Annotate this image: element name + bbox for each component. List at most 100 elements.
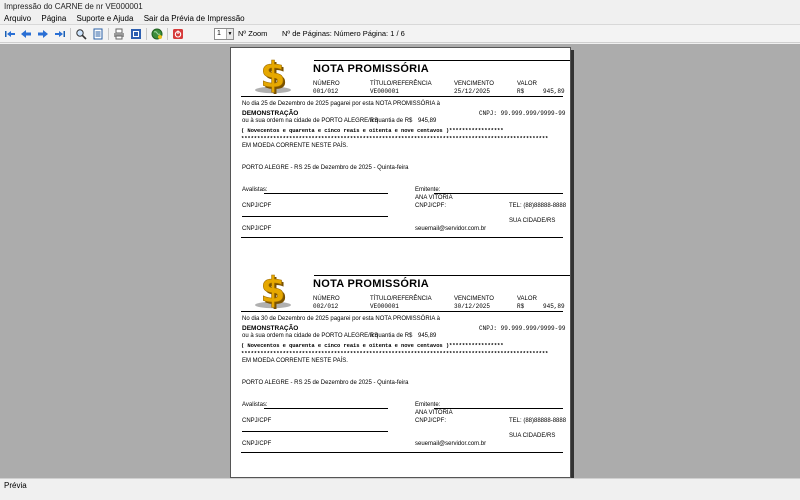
beneficiary-name: DEMONSTRAÇÃO [242,110,299,117]
status-bar: Prévia [0,478,800,500]
header-numero: NÚMERO [313,296,340,302]
header-vencimento: VENCIMENTO [454,296,494,302]
first-page-icon[interactable] [3,27,17,41]
beneficiary-cnpj: CNPJ: 99.999.999/9999-99 [479,325,566,332]
globe-icon[interactable] [150,27,164,41]
value-numero: 001/012 [313,88,339,95]
issuer-phone: TEL: (88)88888-8888 [509,418,567,424]
value-numero: 002/012 [313,303,339,310]
guarantor-cnpj-label: CNPJ/CPF [242,203,272,209]
issuer-email: seuemail@servidor.com.br [415,441,487,447]
guarantor2-signature-line [242,216,388,217]
status-text: Prévia [4,481,27,490]
stars-filler: ****************************************… [241,350,549,357]
stars-filler: ****************************************… [241,135,549,142]
dollar-sign-icon: $ $ [255,56,291,94]
issuer-cnpj-label: CNPJ/CPF: [415,203,447,209]
note-bottom-rule [241,237,563,238]
guarantor-signature-line [264,193,388,194]
currency-statement: EM MOEDA CORRENTE NESTE PAÍS. [242,358,348,364]
vertical-scrollbar[interactable] [792,44,800,478]
toolbar-separator [108,28,109,40]
header-titulo: TÍTULO/REFERÊNCIA [370,81,432,87]
order-city-text: ou à sua ordem na cidade de PORTO ALEGRE… [242,118,379,124]
zoom-value: 1 [217,30,221,37]
menu-suporte-ajuda[interactable]: Suporte e Ajuda [73,13,138,25]
menu-bar: Arquivo Página Suporte e Ajuda Sair da P… [0,13,800,25]
note-bottom-rule [241,452,563,453]
issuer-email: seuemail@servidor.com.br [415,226,487,232]
issuer-city: SUA CIDADE/RS [509,218,556,224]
print-setup-icon[interactable] [129,27,143,41]
value-vencimento: 30/12/2025 [454,303,491,310]
order-city-text: ou à sua ordem na cidade de PORTO ALEGRE… [242,333,379,339]
amount-in-words: ( Novecentos e quarenta e cinco reais e … [241,342,504,349]
value-currency: R$ [517,303,525,310]
value-valor: 945,89 [543,303,565,310]
page-view-icon[interactable] [91,27,105,41]
menu-sair-previa[interactable]: Sair da Prévia de Impressão [140,13,249,25]
prev-page-icon[interactable] [19,27,33,41]
dollar-sign-icon: $ $ [255,271,291,309]
promissory-note: $ $ NOTA PROMISSÓRIA NÚMERO TÍTULO/REFER… [241,50,570,256]
header-valor: VALOR [517,296,537,302]
guarantor2-cnpj-label: CNPJ/CPF [242,441,272,447]
header-rule [314,60,570,61]
preview-page: $ $ NOTA PROMISSÓRIA NÚMERO TÍTULO/REFER… [230,47,571,478]
value-currency: R$ [517,88,525,95]
issuer-name: ANA VITORIA [415,410,453,416]
divider [241,311,563,312]
menu-arquivo[interactable]: Arquivo [0,13,35,25]
amount-label: a quantia de R$ [370,333,413,339]
header-vencimento: VENCIMENTO [454,81,494,87]
issuer-signature-line [434,408,563,409]
toolbar: 1 ▼ Nº Zoom Nº de Páginas: Número Página… [0,25,800,43]
place-date: PORTO ALEGRE - RS 25 de Dezembro de 2025… [242,165,409,171]
header-numero: NÚMERO [313,81,340,87]
zoom-select[interactable]: 1 ▼ [214,28,234,40]
svg-text:$: $ [260,56,285,94]
header-titulo: TÍTULO/REFERÊNCIA [370,296,432,302]
amount-value: 945,89 [418,333,437,339]
divider [241,96,563,97]
next-page-icon[interactable] [36,27,50,41]
guarantor2-cnpj-label: CNPJ/CPF [242,226,272,232]
promise-text: No dia 25 de Dezembro de 2025 pagarei po… [242,101,440,107]
amount-in-words: ( Novecentos e quarenta e cinco reais e … [241,127,504,134]
promise-text: No dia 30 de Dezembro de 2025 pagarei po… [242,316,440,322]
menu-pagina[interactable]: Página [37,13,70,25]
beneficiary-name: DEMONSTRAÇÃO [242,325,299,332]
place-date: PORTO ALEGRE - RS 25 de Dezembro de 2025… [242,380,409,386]
window-title: Impressão do CARNE de nr VE000001 [0,0,800,13]
issuer-signature-line [434,193,563,194]
guarantor2-signature-line [242,431,388,432]
toolbar-separator [146,28,147,40]
value-valor: 945,89 [543,88,565,95]
amount-label: a quantia de R$ [370,118,413,124]
zoom-label: Nº Zoom [238,29,268,38]
value-titulo: VE000001 [370,88,399,95]
print-icon[interactable] [112,27,126,41]
print-preview-area[interactable]: $ $ NOTA PROMISSÓRIA NÚMERO TÍTULO/REFER… [0,44,800,478]
note-title: NOTA PROMISSÓRIA [313,278,430,290]
magnify-icon[interactable] [74,27,88,41]
issuer-cnpj-label: CNPJ/CPF: [415,418,447,424]
issuer-city: SUA CIDADE/RS [509,433,556,439]
page-count-label: Nº de Páginas: Número Página: 1 / 6 [282,29,405,38]
toolbar-separator [70,28,71,40]
issuer-phone: TEL: (88)88888-8888 [509,203,567,209]
promissory-note: $ $ NOTA PROMISSÓRIA NÚMERO TÍTULO/REFER… [241,265,570,471]
guarantor-cnpj-label: CNPJ/CPF [242,418,272,424]
value-titulo: VE000001 [370,303,399,310]
header-valor: VALOR [517,81,537,87]
guarantor-signature-line [264,408,388,409]
last-page-icon[interactable] [53,27,67,41]
chevron-down-icon[interactable]: ▼ [226,29,233,39]
issuer-name: ANA VITORIA [415,195,453,201]
exit-icon[interactable] [171,27,185,41]
beneficiary-cnpj: CNPJ: 99.999.999/9999-99 [479,110,566,117]
svg-text:$: $ [260,271,285,309]
currency-statement: EM MOEDA CORRENTE NESTE PAÍS. [242,143,348,149]
header-rule [314,275,570,276]
value-vencimento: 25/12/2025 [454,88,491,95]
